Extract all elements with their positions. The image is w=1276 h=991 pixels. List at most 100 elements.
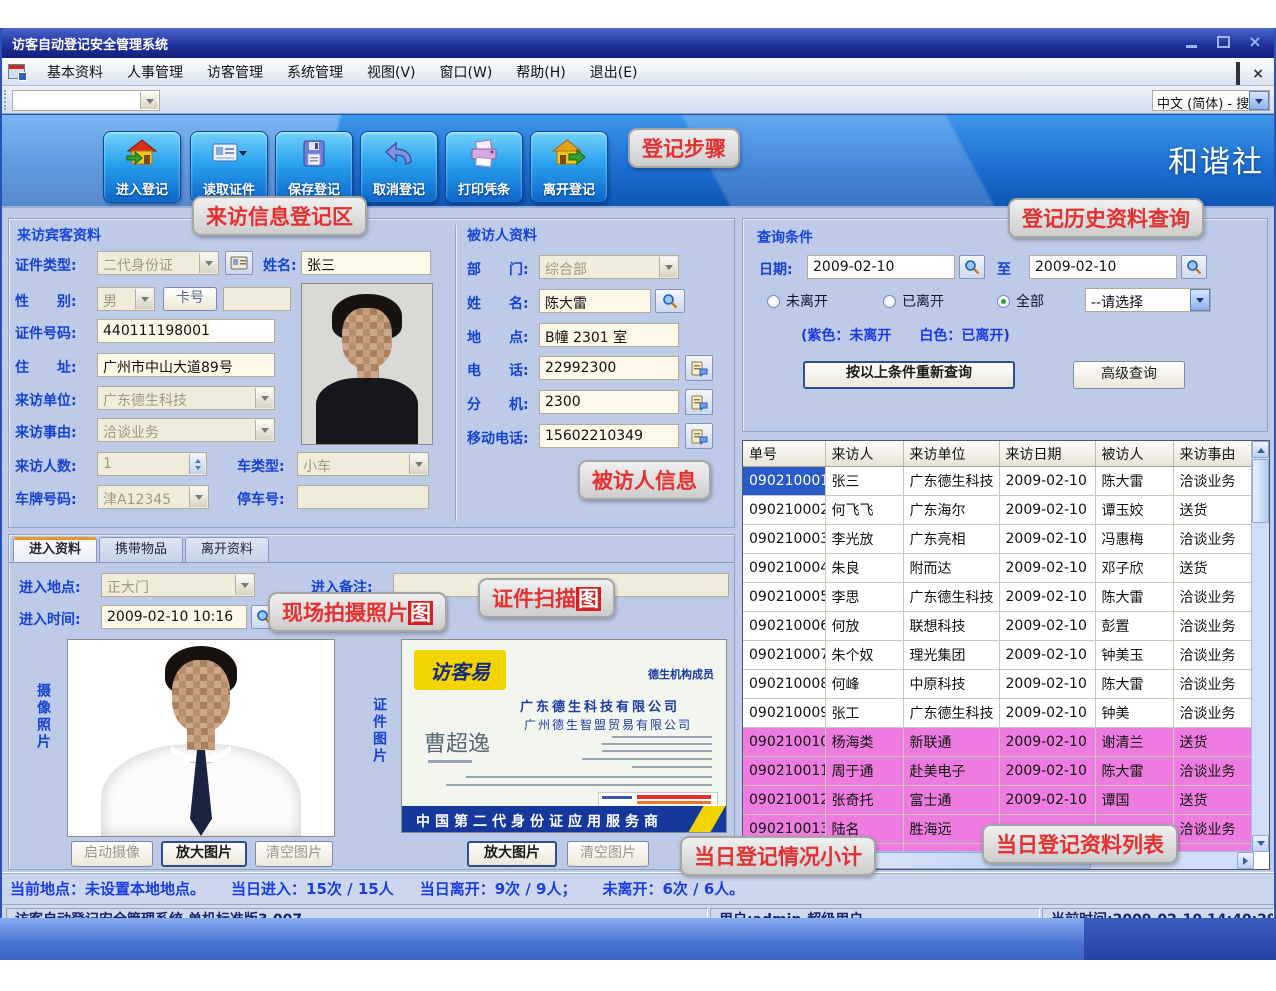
requery-button[interactable]: 按以上条件重新查询	[803, 361, 1015, 389]
table-row[interactable]: 090210007朱个奴理光集团2009-02-10钟美玉洽谈业务	[743, 641, 1252, 670]
column-header[interactable]: 来访人	[825, 441, 903, 467]
zoom-photo-button[interactable]: 放大图片	[161, 841, 247, 867]
dial-mobile-button[interactable]	[685, 423, 713, 449]
date-to-field[interactable]: 2009-02-10	[1029, 255, 1177, 279]
table-cell[interactable]: 广东德生科技	[903, 583, 999, 612]
table-cell[interactable]: 洽谈业务	[1173, 583, 1252, 612]
table-cell[interactable]: 洽谈业务	[1173, 467, 1252, 496]
table-cell[interactable]: 2009-02-10	[999, 641, 1095, 670]
table-row[interactable]: 090210006何放联想科技2009-02-10彭置洽谈业务	[743, 612, 1252, 641]
radio-left[interactable]: 已离开	[883, 291, 944, 311]
scrollbar-thumb[interactable]	[1252, 459, 1269, 523]
scroll-right-icon[interactable]	[1237, 852, 1254, 869]
tab-entry-info[interactable]: 进入资料	[13, 537, 97, 562]
zoom-card-button[interactable]: 放大图片	[467, 841, 557, 867]
table-cell[interactable]: 冯惠梅	[1095, 525, 1173, 554]
tab-leave-info[interactable]: 离开资料	[185, 537, 269, 562]
table-cell[interactable]: 邓子欣	[1095, 554, 1173, 583]
table-cell[interactable]: 钟美玉	[1095, 641, 1173, 670]
radio-all[interactable]: 全部	[997, 291, 1044, 311]
date-from-field[interactable]: 2009-02-10	[807, 255, 955, 279]
entry-place-combo[interactable]: 正大门	[101, 573, 255, 597]
table-row[interactable]: 090210011周于通赴美电子2009-02-10陈大雷洽谈业务	[743, 757, 1252, 786]
table-cell[interactable]: 090210001	[743, 467, 825, 496]
date-to-picker-button[interactable]	[1181, 255, 1207, 279]
dial-phone-button[interactable]	[685, 355, 713, 381]
chevron-down-icon[interactable]	[1249, 91, 1269, 110]
table-cell[interactable]: 谢清兰	[1095, 728, 1173, 757]
visitor-name-field[interactable]: 张三	[301, 251, 431, 275]
table-cell[interactable]: 陈大雷	[1095, 670, 1173, 699]
table-cell[interactable]: 广东德生科技	[903, 699, 999, 728]
dial-ext-button[interactable]	[685, 389, 713, 415]
column-header[interactable]: 来访日期	[999, 441, 1095, 467]
table-row[interactable]: 090210004朱良附而达2009-02-10邓子欣送货	[743, 554, 1252, 583]
table-cell[interactable]: 富士通	[903, 786, 999, 815]
table-cell[interactable]: 090210010	[743, 728, 825, 757]
table-cell[interactable]: 090210012	[743, 786, 825, 815]
menu-item-view[interactable]: 视图(V)	[355, 58, 428, 86]
table-cell[interactable]: 洽谈业务	[1173, 612, 1252, 641]
plate-combo[interactable]: 津A12345	[97, 485, 209, 509]
table-cell[interactable]: 洽谈业务	[1173, 670, 1252, 699]
table-cell[interactable]: 090210005	[743, 583, 825, 612]
mdi-restore-icon[interactable]	[1236, 64, 1240, 83]
column-header[interactable]: 来访单位	[903, 441, 999, 467]
table-cell[interactable]: 张三	[825, 467, 903, 496]
card-number-button[interactable]: 卡号	[163, 287, 217, 311]
table-cell[interactable]: 090210002	[743, 496, 825, 525]
column-header[interactable]: 被访人	[1095, 441, 1173, 467]
read-card-button[interactable]: 读取证件	[190, 131, 268, 203]
table-cell[interactable]: 2009-02-10	[999, 670, 1095, 699]
restore-icon[interactable]	[1212, 33, 1234, 51]
table-cell[interactable]: 洽谈业务	[1173, 757, 1252, 786]
table-cell[interactable]: 赴美电子	[903, 757, 999, 786]
search-person-button[interactable]	[655, 289, 685, 313]
menu-item-window[interactable]: 窗口(W)	[428, 58, 505, 86]
id-type-combo[interactable]: 二代身份证	[97, 251, 219, 275]
table-row[interactable]: 090210001张三广东德生科技2009-02-10陈大雷洽谈业务	[743, 467, 1252, 496]
table-cell[interactable]: 何峰	[825, 670, 903, 699]
table-cell[interactable]: 2009-02-10	[999, 583, 1095, 612]
vertical-scrollbar[interactable]	[1251, 441, 1269, 852]
table-cell[interactable]: 谭国	[1095, 786, 1173, 815]
menu-item-exit[interactable]: 退出(E)	[578, 58, 650, 86]
table-cell[interactable]: 090210011	[743, 757, 825, 786]
table-cell[interactable]: 周于通	[825, 757, 903, 786]
table-cell[interactable]: 090210006	[743, 612, 825, 641]
ime-language-selector[interactable]: 中文 (简体) - 搜	[1152, 90, 1270, 111]
table-cell[interactable]: 广东海尔	[903, 496, 999, 525]
menu-item-basic[interactable]: 基本资料	[35, 58, 115, 86]
table-cell[interactable]: 朱个奴	[825, 641, 903, 670]
column-header[interactable]: 来访事由	[1173, 441, 1252, 467]
visitor-count-stepper[interactable]: 1	[97, 452, 207, 476]
table-row[interactable]: 090210008何峰中原科技2009-02-10陈大雷洽谈业务	[743, 670, 1252, 699]
table-cell[interactable]: 090210004	[743, 554, 825, 583]
table-cell[interactable]: 李思	[825, 583, 903, 612]
chevron-down-icon[interactable]	[140, 92, 158, 109]
table-cell[interactable]: 洽谈业务	[1173, 815, 1252, 844]
location-field[interactable]: B幢 2301 室	[539, 323, 679, 347]
table-cell[interactable]: 2009-02-10	[999, 699, 1095, 728]
cancel-register-button[interactable]: 取消登记	[360, 131, 438, 203]
chevron-down-icon[interactable]	[1190, 289, 1210, 311]
clear-card-button[interactable]: 清空图片	[567, 841, 649, 867]
minimize-icon[interactable]	[1180, 33, 1202, 51]
table-cell[interactable]: 理光集团	[903, 641, 999, 670]
table-row[interactable]: 090210009张工广东德生科技2009-02-10钟美洽谈业务	[743, 699, 1252, 728]
table-cell[interactable]: 2009-02-10	[999, 757, 1095, 786]
table-cell[interactable]: 陈大雷	[1095, 757, 1173, 786]
table-cell[interactable]: 新联通	[903, 728, 999, 757]
tab-carried-items[interactable]: 携带物品	[99, 537, 183, 562]
entry-time-field[interactable]: 2009-02-10 10:16	[101, 605, 247, 629]
gender-combo[interactable]: 男	[97, 287, 155, 311]
clear-photo-button[interactable]: 清空图片	[255, 841, 333, 867]
quick-select-combo[interactable]	[12, 90, 160, 111]
menu-item-visitor[interactable]: 访客管理	[195, 58, 275, 86]
table-cell[interactable]: 洽谈业务	[1173, 699, 1252, 728]
menu-item-system[interactable]: 系统管理	[275, 58, 355, 86]
table-cell[interactable]: 中原科技	[903, 670, 999, 699]
table-row[interactable]: 090210002何飞飞广东海尔2009-02-10谭玉姣送货	[743, 496, 1252, 525]
table-cell[interactable]: 送货	[1173, 554, 1252, 583]
table-cell[interactable]: 彭置	[1095, 612, 1173, 641]
